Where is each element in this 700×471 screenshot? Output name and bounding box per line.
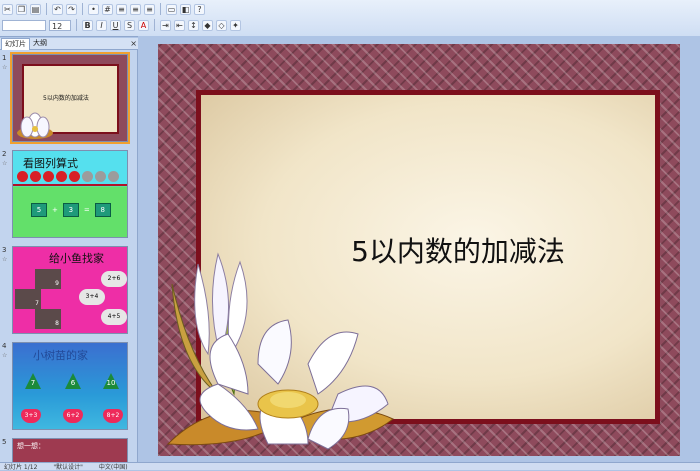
- current-slide[interactable]: 5以内数的加减法: [158, 44, 680, 456]
- fill-color-icon[interactable]: ◆: [202, 19, 213, 31]
- apple-row: [17, 171, 119, 182]
- underline-button[interactable]: U: [110, 19, 121, 31]
- fish-card: 8: [35, 309, 61, 329]
- equation-equals: =: [83, 206, 90, 214]
- animation-star-icon: ☆: [2, 160, 8, 167]
- close-panel-icon[interactable]: ×: [130, 38, 137, 49]
- status-bar: 幻灯片 1/12 "默认设计" 中文(中国): [0, 462, 700, 471]
- help-icon[interactable]: ?: [194, 3, 205, 15]
- fish-card: 9: [35, 269, 61, 289]
- slide-thumbnail-5[interactable]: 想一想：: [12, 438, 128, 462]
- bold-button[interactable]: B: [82, 19, 93, 31]
- tab-outline[interactable]: 大纲: [30, 38, 50, 49]
- redo-icon[interactable]: ↷: [66, 3, 77, 15]
- equation-row: 5 + 3 = 8: [31, 203, 111, 217]
- font-size-field[interactable]: 12: [49, 19, 71, 31]
- undo-icon[interactable]: ↶: [52, 3, 63, 15]
- thumbnail-title: 想一想：: [17, 442, 45, 450]
- equation-operator: +: [52, 206, 58, 214]
- thumbnail-title: 给小鱼找家: [49, 252, 104, 265]
- align-left-icon[interactable]: ≡: [116, 3, 127, 15]
- slide-thumbnail-pane[interactable]: 1 ☆ 5以内数的加减法 2 ☆ 看图列算式 5 + 3 = 8 3 ☆ 给小鱼…: [0, 50, 138, 462]
- cloud-item: 3+4: [79, 289, 105, 305]
- separator: [82, 3, 83, 15]
- cut-icon[interactable]: ✂: [2, 3, 13, 15]
- fish-card: 7: [15, 289, 41, 309]
- thumbnail-number: 3: [2, 246, 7, 254]
- heart-card: 6+2: [63, 409, 83, 423]
- heart-card: 3+3: [21, 409, 41, 423]
- lotus-image: [17, 112, 53, 139]
- lotus-image: [166, 252, 394, 450]
- italic-button[interactable]: I: [96, 19, 107, 31]
- thumbnail-title: 看图列算式: [23, 157, 78, 170]
- slide-thumbnail-1[interactable]: 5以内数的加减法: [10, 52, 130, 144]
- effects-icon[interactable]: ✦: [230, 19, 241, 31]
- thumbnail-number: 5: [2, 438, 7, 446]
- indent-icon[interactable]: ⇥: [160, 19, 171, 31]
- shape-icon[interactable]: ▭: [166, 3, 177, 15]
- panel-tabs: 幻灯片 大纲 ×: [0, 38, 140, 50]
- animation-star-icon: ☆: [2, 64, 8, 71]
- thumbnail-number: 2: [2, 150, 7, 158]
- slide-editing-area[interactable]: 5以内数的加减法: [138, 36, 700, 462]
- thumbnail-title: 小树苗的家: [33, 349, 88, 362]
- align-center-icon[interactable]: ≡: [130, 3, 141, 15]
- shadow-button[interactable]: S: [124, 19, 135, 31]
- copy-icon[interactable]: ❐: [16, 3, 27, 15]
- slide-thumbnail-2[interactable]: 看图列算式 5 + 3 = 8: [12, 150, 128, 238]
- animation-star-icon: ☆: [2, 352, 8, 359]
- tree-number: 7: [30, 379, 36, 387]
- bullet-list-icon[interactable]: •: [88, 3, 99, 15]
- line-spacing-icon[interactable]: ↕: [188, 19, 199, 31]
- divider: [13, 184, 127, 186]
- separator: [160, 3, 161, 15]
- slide-thumbnail-3[interactable]: 给小鱼找家 2+6 3+4 4+5 9 7 8: [12, 246, 128, 334]
- equation-box: 5: [31, 203, 47, 217]
- thumbnail-number: 1: [2, 54, 7, 62]
- paste-icon[interactable]: ▤: [30, 3, 41, 15]
- slide-thumbnail-4[interactable]: 小树苗的家 7 6 10 3+3 6+2 8+2: [12, 342, 128, 430]
- separator: [76, 19, 77, 31]
- separator: [46, 3, 47, 15]
- align-right-icon[interactable]: ≡: [144, 3, 155, 15]
- cloud-item: 4+5: [101, 309, 127, 325]
- numbered-list-icon[interactable]: #: [102, 3, 113, 15]
- thumbnail-title: 5以内数的加减法: [43, 95, 89, 102]
- arrange-icon[interactable]: ◧: [180, 3, 191, 15]
- heart-card: 8+2: [103, 409, 123, 423]
- separator: [154, 19, 155, 31]
- cloud-item: 2+6: [101, 271, 127, 287]
- font-color-button[interactable]: A: [138, 19, 149, 31]
- tree-number: 6: [70, 379, 76, 387]
- outline-color-icon[interactable]: ◇: [216, 19, 227, 31]
- ribbon: ✂ ❐ ▤ ↶ ↷ • # ≡ ≡ ≡ ▭ ◧ ? 12 B I U S A ⇥…: [0, 0, 700, 37]
- tree-number: 10: [106, 379, 116, 387]
- ribbon-row-2: 12 B I U S A ⇥ ⇤ ↕ ◆ ◇ ✦: [2, 18, 241, 32]
- equation-box: 8: [94, 203, 111, 217]
- animation-star-icon: ☆: [2, 256, 8, 263]
- equation-box: 3: [62, 203, 79, 217]
- outdent-icon[interactable]: ⇤: [174, 19, 185, 31]
- font-name-field[interactable]: [2, 19, 46, 31]
- ribbon-row-1: ✂ ❐ ▤ ↶ ↷ • # ≡ ≡ ≡ ▭ ◧ ?: [2, 2, 205, 16]
- thumbnail-number: 4: [2, 342, 7, 350]
- tab-slides[interactable]: 幻灯片: [1, 38, 30, 50]
